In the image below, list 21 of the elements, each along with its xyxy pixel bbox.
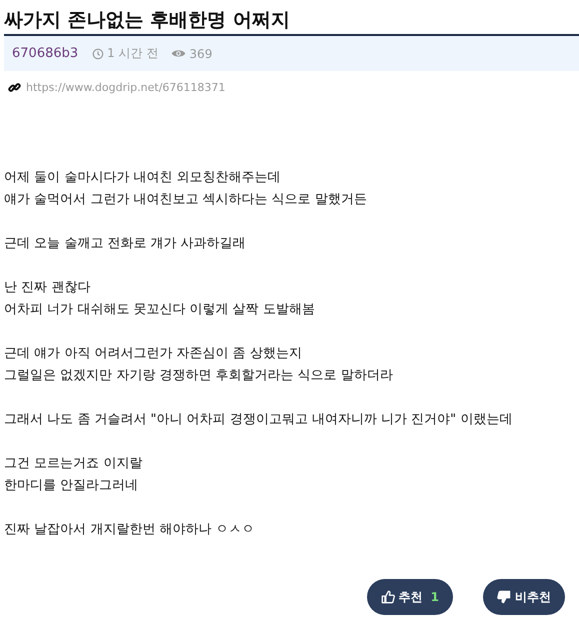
view-count: 369: [189, 46, 212, 60]
body-text: 그래서 나도 좀 거슬려서 "아니 어차피 경쟁이고뭐고 내여자니까 니가 진거야" 이랬는데: [4, 411, 512, 429]
body-text: 얘가 술먹어서 그런가 내여친보고 섹시하다는 식으로 말했거든: [4, 191, 367, 209]
upvote-button[interactable]: 추천 1: [366, 579, 453, 615]
body-text: 그건 모르는거죠 이지랄: [4, 455, 142, 473]
body-text: 한마디를 안질라그러네: [4, 477, 138, 495]
body-text: 어제 둘이 술마시다가 내여친 외모칭찬해주는데: [4, 169, 281, 187]
body-text: 근데 오늘 술깨고 전화로 걔가 사과하길래: [4, 235, 246, 253]
body-text: 어차피 너가 대쉬해도 못꼬신다 이렇게 살짝 도발해봄: [4, 301, 315, 319]
body-text: 그럴일은 없겠지만 자기랑 경쟁하면 후회할거라는 식으로 말하더라: [4, 367, 393, 385]
body-text: 근데 얘가 아직 어려서그런가 자존심이 좀 상했는지: [4, 345, 302, 363]
thumbs-down-icon: [497, 590, 511, 604]
thumbs-up-icon: [380, 590, 395, 604]
downvote-button[interactable]: 비추천: [483, 579, 565, 615]
link-icon: [8, 81, 21, 94]
post-time: 1 시간 전: [107, 45, 158, 62]
author-name[interactable]: 670686b3: [12, 46, 78, 61]
eye-icon: [171, 48, 186, 59]
clock-icon: [92, 48, 104, 60]
body-text: 진짜 날잡아서 개지랄한번 해야하나 ㅇㅅㅇ: [4, 521, 255, 539]
body-text: 난 진짜 괜찮다: [4, 279, 90, 297]
